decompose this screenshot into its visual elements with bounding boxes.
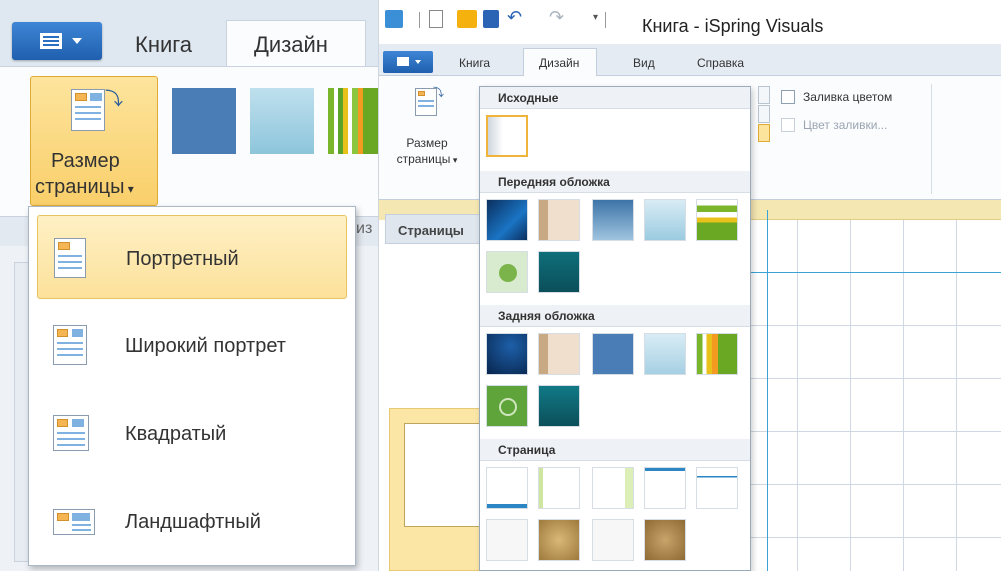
gallery-thumb-default[interactable] (486, 115, 528, 157)
gallery-thumb-back-2[interactable] (538, 333, 580, 375)
page-size-label-line1: Размер (406, 136, 448, 150)
fill-color-label: Заливка цветом (803, 90, 893, 104)
menu-item-square[interactable]: Квадратый (37, 391, 347, 475)
file-menu-button[interactable] (383, 51, 433, 73)
menu-item-label: Портретный (126, 248, 239, 270)
gallery-scroll-down[interactable] (758, 105, 770, 123)
file-menu-button[interactable] (12, 22, 102, 60)
pages-panel-header: Страницы (385, 214, 480, 244)
gallery-thumb-back-7[interactable] (538, 385, 580, 427)
fill-color-picker-label: Цвет заливки... (803, 118, 888, 132)
gallery-thumb-page-9[interactable] (644, 519, 686, 561)
menu-icon (397, 57, 409, 66)
gallery-scroll[interactable] (758, 86, 770, 142)
page-size-button[interactable]: ⤵ Размер страницы ▾ (30, 76, 158, 206)
gallery-thumb-back-4[interactable] (644, 333, 686, 375)
open-folder-icon[interactable] (457, 10, 477, 28)
page-size-label-line2: страницы ▾ (396, 152, 458, 166)
separator (419, 12, 420, 28)
ruler (745, 200, 1001, 220)
page-size-label-line1: Размер (51, 150, 120, 172)
tab-design[interactable]: Дизайн (539, 56, 579, 70)
tab-help[interactable]: Справка (697, 56, 744, 70)
tab-book[interactable]: Книга (459, 56, 490, 70)
gallery-section-original: Исходные (480, 87, 750, 109)
menu-item-label: Широкий портрет (125, 335, 286, 357)
redo-icon[interactable]: ↷ (549, 8, 567, 26)
separator (605, 12, 606, 28)
fill-color-checkbox[interactable] (781, 90, 795, 104)
gallery-scroll-up[interactable] (758, 86, 770, 104)
gallery-section-page: Страница (480, 439, 750, 461)
page-size-label-line2: страницы ▾ (35, 176, 134, 198)
page-size-menu: Портретный Широкий портрет Квадратый Лан… (28, 206, 356, 566)
window-title: Книга - iSpring Visuals (642, 16, 824, 36)
undo-icon[interactable]: ↶ (507, 8, 525, 26)
menu-item-portrait[interactable]: Портретный (37, 215, 347, 299)
app-icon (385, 10, 403, 28)
gallery-section-front-cover: Передняя обложка (480, 171, 750, 193)
gallery-thumb-front-3[interactable] (592, 199, 634, 241)
menu-icon (40, 33, 62, 49)
gallery-thumb-back-3[interactable] (592, 333, 634, 375)
gallery-thumb-page-8[interactable] (592, 519, 634, 561)
gallery-thumb-page-5[interactable] (696, 467, 738, 509)
gallery-thumb-front-5[interactable] (696, 199, 738, 241)
page-thumbnail[interactable] (389, 408, 484, 571)
gallery-thumb-front-4[interactable] (644, 199, 686, 241)
landscape-page-icon (53, 501, 95, 541)
leaf-icon (499, 398, 517, 416)
fill-color-picker-checkbox[interactable] (781, 118, 795, 132)
gallery-thumb-back-6[interactable] (486, 385, 528, 427)
page-size-icon: ⤵ (415, 86, 444, 120)
chevron-down-icon (415, 60, 421, 64)
tab-design[interactable]: Дизайн (254, 32, 328, 58)
title-bar: ↶ ↷ ▾ Книга - iSpring Visuals (379, 0, 1001, 44)
gallery-thumb-front-6[interactable] (486, 251, 528, 293)
save-icon[interactable] (483, 10, 499, 28)
gallery-thumb-back-1[interactable] (486, 333, 528, 375)
gallery-thumb-page-4[interactable] (644, 467, 686, 509)
wide-portrait-page-icon (53, 325, 87, 365)
customize-toolbar-icon[interactable]: ▾ (593, 12, 611, 30)
menu-item-label: Ландшафтный (125, 511, 261, 533)
leaf-icon (499, 264, 517, 282)
background-thumb-city[interactable] (250, 88, 314, 154)
menu-item-landscape[interactable]: Ландшафтный (37, 479, 347, 563)
gallery-thumb-page-6[interactable] (486, 519, 528, 561)
zoomed-ribbon-panel: Книга Дизайн ⤵ Размер страницы ▾ из Порт… (0, 0, 378, 571)
app-window: ↶ ↷ ▾ Книга - iSpring Visuals Книга Диза… (378, 0, 1001, 571)
menu-item-wide-portrait[interactable]: Широкий портрет (37, 303, 347, 387)
gallery-thumb-page-2[interactable] (538, 467, 580, 509)
gallery-thumb-back-5[interactable] (696, 333, 738, 375)
guide-line-horizontal[interactable] (745, 272, 1001, 273)
background-thumb-stripes[interactable] (328, 88, 378, 154)
square-page-icon (53, 413, 89, 453)
gallery-thumb-front-7[interactable] (538, 251, 580, 293)
background-thumb-blue[interactable] (172, 88, 236, 154)
guide-line-vertical[interactable] (767, 210, 768, 571)
cut-label: из (356, 220, 373, 237)
tab-view[interactable]: Вид (633, 56, 655, 70)
gallery-thumb-page-7[interactable] (538, 519, 580, 561)
gallery-expand[interactable] (758, 124, 770, 142)
gallery-thumb-front-2[interactable] (538, 199, 580, 241)
page-size-icon: ⤵ (65, 85, 123, 139)
menu-item-label: Квадратый (125, 423, 227, 445)
gallery-thumb-page-3[interactable] (592, 467, 634, 509)
background-gallery: Исходные Передняя обложка Задняя обложка… (479, 86, 751, 571)
new-file-icon[interactable] (429, 10, 443, 28)
gallery-section-back-cover: Задняя обложка (480, 305, 750, 327)
portrait-page-icon (54, 238, 86, 278)
tab-book[interactable]: Книга (135, 32, 192, 58)
gallery-thumb-front-1[interactable] (486, 199, 528, 241)
ribbon-divider (931, 84, 932, 194)
gallery-thumb-page-1[interactable] (486, 467, 528, 509)
chevron-down-icon (72, 38, 82, 44)
page-size-button[interactable]: ⤵ Размер страницы ▾ (387, 86, 467, 176)
